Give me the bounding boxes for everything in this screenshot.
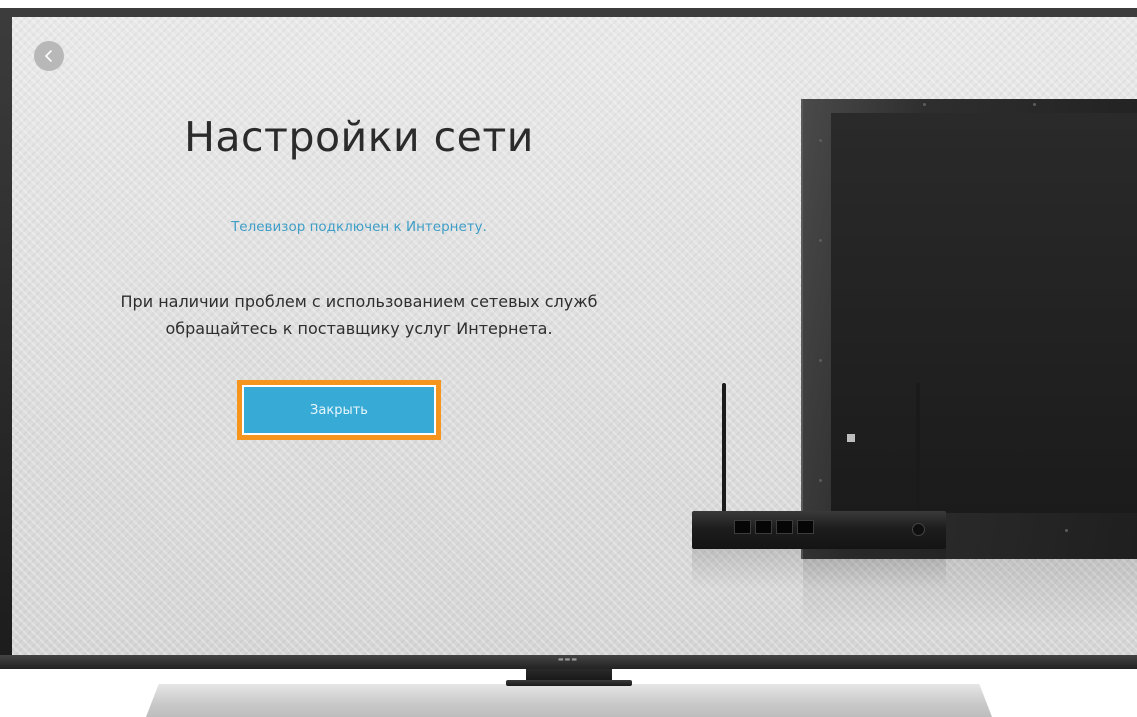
tv-rear-illustration	[803, 99, 1137, 559]
router-antenna-right	[916, 383, 920, 515]
screw-icon	[1033, 103, 1036, 106]
screw-icon	[819, 239, 822, 242]
tv-stand-joint	[506, 680, 632, 686]
ethernet-port-icon	[755, 520, 772, 534]
tv-rear-label	[847, 434, 855, 442]
network-settings-screen: Настройки сети Телевизор подключен к Инт…	[12, 17, 1137, 655]
screw-icon	[923, 103, 926, 106]
router-reflection	[692, 549, 946, 589]
tv-rear-panel	[831, 113, 1137, 513]
screw-icon	[819, 359, 822, 362]
screw-icon	[819, 479, 822, 482]
router-antenna-left	[722, 383, 726, 515]
router-illustration	[692, 511, 946, 549]
back-button[interactable]	[34, 41, 64, 71]
tv-stand-base	[146, 684, 992, 717]
brand-logo: ▬▬▬	[557, 656, 578, 663]
info-message: При наличии проблем с использованием сет…	[120, 292, 598, 338]
ethernet-port-icon	[797, 520, 814, 534]
ethernet-port-icon	[734, 520, 751, 534]
connection-status-text: Телевизор подключен к Интернету.	[231, 219, 487, 235]
chevron-left-icon	[45, 50, 52, 62]
ethernet-port-icon	[776, 520, 793, 534]
screw-icon	[1065, 529, 1068, 532]
close-button[interactable]: Закрыть	[242, 385, 436, 435]
router-power-button-icon	[912, 523, 925, 536]
screw-icon	[819, 139, 822, 142]
page-title: Настройки сети	[184, 113, 534, 161]
